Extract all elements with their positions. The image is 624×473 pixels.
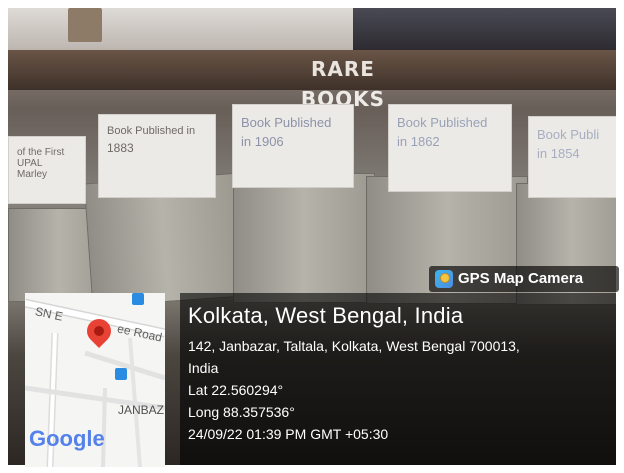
rare-books-sign: RARE BOOKS [301,57,384,111]
label-card: Book Publi in 1854 [528,116,616,198]
label-card: of the First UPAL Marley [8,136,86,204]
address-line: 142, Janbazar, Taltala, Kolkata, West Be… [188,338,520,354]
bus-stop-icon [115,368,127,380]
timestamp: 24/09/22 01:39 PM GMT +05:30 [188,426,389,442]
bus-stop-icon [132,293,144,305]
label-card: Book Published in 1906 [232,104,354,188]
address-line: India [188,360,219,376]
wall-hook [68,8,102,42]
longitude: Long 88.357536° [188,404,295,420]
dark-panel [353,8,616,50]
gps-map-camera-badge: GPS Map Camera [429,266,619,292]
map-area-label: JANBAZ [118,403,165,417]
location-info-panel: Kolkata, West Bengal, India 142, Janbaza… [180,293,616,465]
google-logo: Google [29,426,105,451]
book [233,173,375,303]
label-card: Book Published in 1883 [98,114,216,198]
latitude: Lat 22.560294° [188,382,284,398]
location-title: Kolkata, West Bengal, India [188,303,464,328]
gps-camera-icon [435,270,453,288]
photo-frame: RARE BOOKS of the First UPAL Marley Book… [0,0,624,473]
map-thumbnail: SN E ee Road JANBAZ Google [25,293,165,467]
label-card: Book Published in 1862 [388,104,512,192]
